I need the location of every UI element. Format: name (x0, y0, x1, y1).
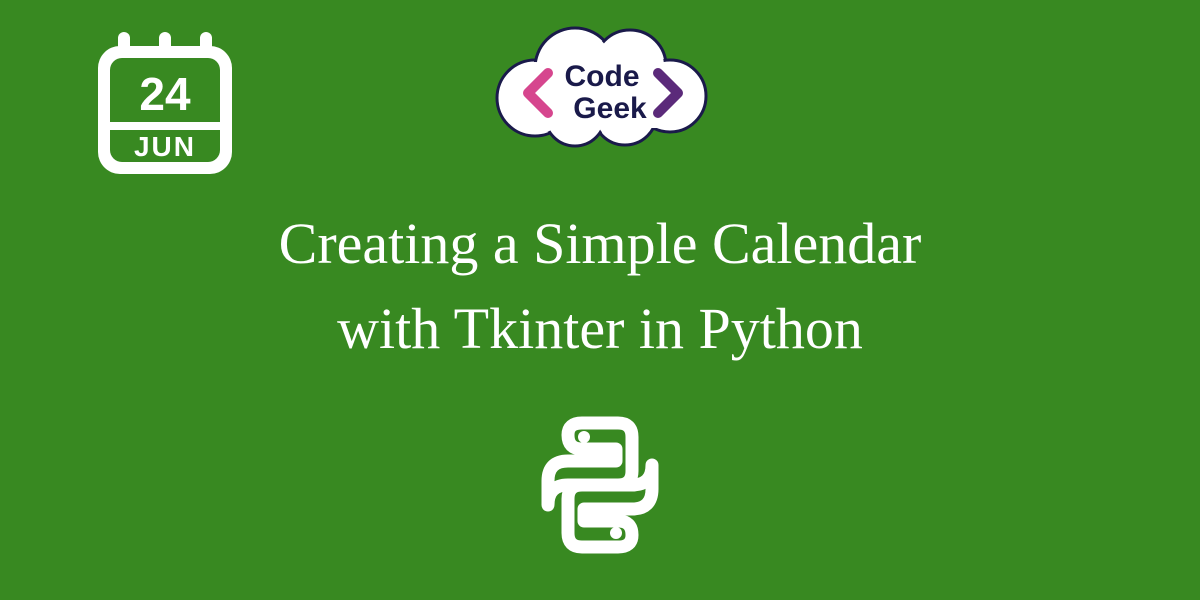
title-line-1: Creating a Simple Calendar (0, 210, 1200, 277)
codegeek-logo: Code Geek (480, 18, 720, 158)
svg-text:Code: Code (565, 60, 640, 93)
title-line-2: with Tkinter in Python (0, 295, 1200, 362)
svg-text:24: 24 (139, 68, 191, 120)
calendar-date-icon: 24 JUN (90, 28, 240, 178)
svg-text:Geek: Geek (573, 92, 647, 125)
python-logo-icon (520, 405, 680, 565)
svg-text:JUN: JUN (134, 131, 196, 162)
